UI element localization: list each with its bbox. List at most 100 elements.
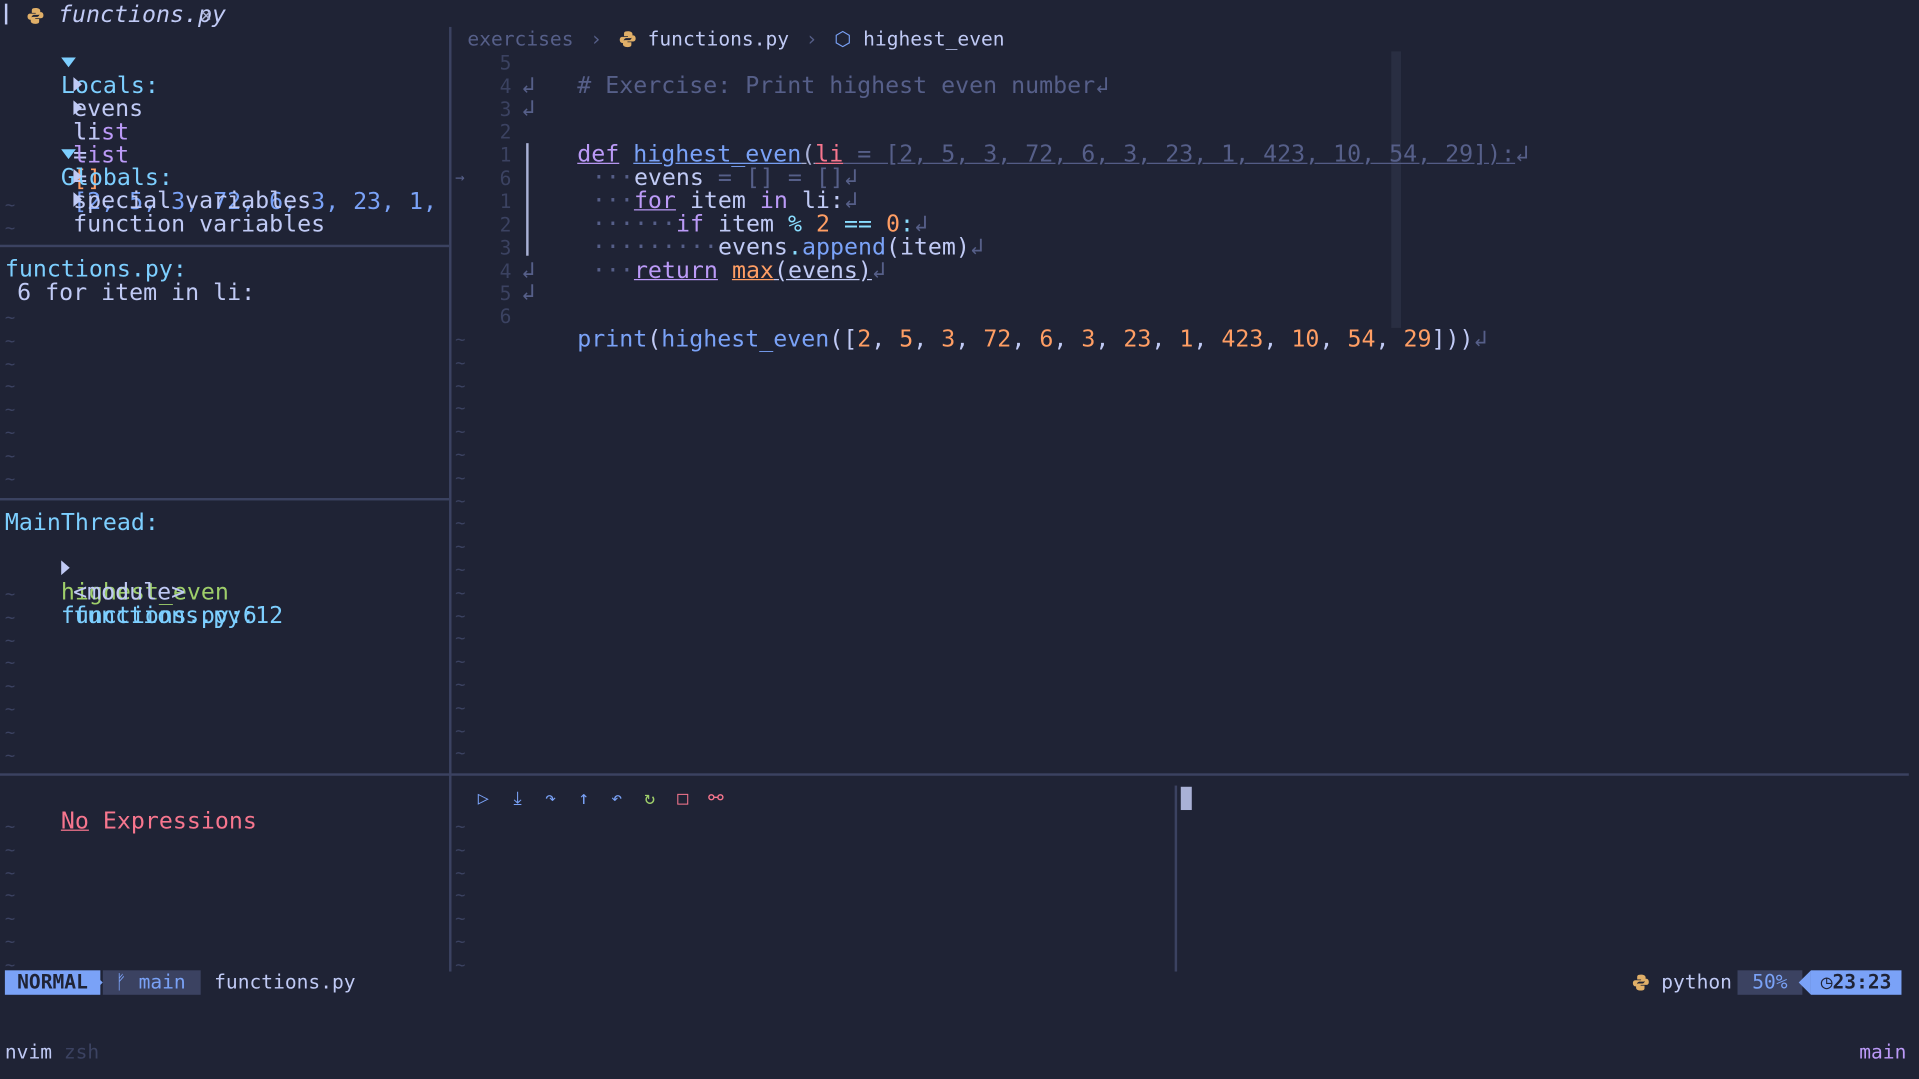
- var-evens[interactable]: evens list = []: [17, 51, 143, 190]
- code-line-def[interactable]: def highest_even(li = [2, 5, 3, 72, 6, 3…: [521, 120, 1529, 166]
- tilde-marker: ~: [4, 863, 16, 883]
- tab-functions-py[interactable]: functions.py: [27, 2, 226, 27]
- code-line-blank[interactable]: ↲: [521, 281, 535, 304]
- code-line-for[interactable]: ···for item in li:↲: [536, 166, 858, 212]
- tilde-marker: ~: [455, 817, 466, 837]
- comma: ,: [955, 325, 984, 353]
- status-filename: functions.py: [214, 970, 356, 994]
- tilde-marker: ~: [4, 331, 16, 351]
- global-function-variables[interactable]: function variables: [17, 166, 325, 236]
- code-line-print[interactable]: print(highest_even([2, 5, 3, 72, 6, 3, 2…: [521, 305, 1487, 350]
- number: 54: [1347, 325, 1376, 353]
- comma: ,: [1053, 325, 1082, 353]
- tilde-marker: ~: [455, 932, 466, 952]
- step-out-icon[interactable]: ↑: [574, 788, 594, 808]
- comment: # Exercise: Print highest even number: [577, 72, 1096, 100]
- global-special-variables[interactable]: special variables: [17, 143, 311, 212]
- eol-marker: ↲: [521, 95, 536, 123]
- disconnect-icon[interactable]: ⚯: [706, 788, 726, 808]
- thread-label[interactable]: MainThread:: [5, 511, 159, 534]
- eol-marker: ↲: [1473, 325, 1488, 353]
- stack-frame[interactable]: <module> functions.py:12: [17, 558, 283, 627]
- breakpoints-file: functions.py:: [4, 255, 187, 283]
- tilde-marker: ~: [4, 195, 16, 216]
- tilde-marker: ~: [455, 675, 466, 696]
- tilde-marker: ~: [4, 423, 16, 443]
- tilde-marker: ~: [455, 422, 466, 442]
- code-line-blank[interactable]: ↲: [521, 74, 535, 98]
- scope-globals-header[interactable]: Globals:: [5, 120, 173, 189]
- python-icon: [27, 5, 44, 24]
- tilde-marker: ~: [4, 354, 16, 374]
- terminal-cursor[interactable]: [1180, 786, 1192, 811]
- step-back-icon[interactable]: ↶: [607, 788, 627, 808]
- clock-icon: ◷: [1820, 970, 1833, 994]
- tilde-marker: ~: [4, 932, 16, 952]
- comma: ,: [871, 325, 900, 353]
- branch-separator: [185, 970, 199, 995]
- statusline: NORMAL ᚠ main functions.py python 50% ◷2…: [0, 970, 1919, 995]
- breadcrumb-folder[interactable]: exercises: [467, 27, 573, 50]
- step-into-icon[interactable]: ⤓: [508, 788, 528, 808]
- number: 3: [941, 325, 956, 353]
- branch-name: main: [138, 970, 186, 994]
- tilde-marker: ~: [4, 653, 16, 674]
- code-line-if[interactable]: ······if item % 2 == 0:↲: [536, 190, 928, 235]
- tilde-marker: ~: [455, 909, 466, 929]
- line-number: 1: [499, 143, 512, 167]
- tilde-marker: ~: [4, 699, 16, 720]
- tilde-marker: ~: [4, 469, 16, 489]
- scope-locals-header[interactable]: Locals:: [5, 28, 159, 97]
- keyword-return: return: [633, 256, 718, 284]
- current-line-arrow-icon: →: [455, 168, 465, 188]
- python-icon: [1632, 973, 1649, 991]
- tilde-marker: ~: [4, 446, 16, 466]
- tilde-marker: ~: [4, 722, 16, 743]
- tab-indicator: [4, 3, 8, 25]
- line-number: 5: [499, 281, 512, 305]
- comma: ,: [1095, 325, 1124, 353]
- tmux-window-nvim[interactable]: nvim: [5, 1040, 52, 1063]
- cube-icon: ⬡: [834, 26, 852, 51]
- line-number: 4: [499, 74, 512, 98]
- breadcrumb-symbol[interactable]: highest_even: [863, 27, 1004, 50]
- vertical-split: [449, 26, 452, 972]
- tilde-marker: ~: [455, 376, 466, 396]
- number: 2: [857, 325, 872, 353]
- code-line-comment[interactable]: # Exercise: Print highest even number↲: [521, 51, 1109, 97]
- eol-marker: ↲: [1095, 72, 1110, 100]
- tilde-marker: ~: [455, 606, 466, 626]
- line-number: 6: [499, 166, 512, 190]
- code-line-return[interactable]: ···return max(evens)↲: [536, 236, 886, 282]
- continue-icon[interactable]: ▷: [474, 788, 494, 808]
- tabline: functions.py ✕: [0, 0, 1919, 27]
- step-over-icon[interactable]: ↷: [541, 788, 561, 808]
- args: (evens): [773, 256, 872, 284]
- tab-close-icon[interactable]: ✕: [201, 4, 212, 26]
- code-line-append[interactable]: ·········evens.append(item)↲: [536, 213, 984, 259]
- scroll-percent: 50%: [1737, 970, 1803, 995]
- stack-frame[interactable]: highest_even functions.py:6: [5, 535, 257, 627]
- tilde-marker: ~: [455, 491, 466, 511]
- builtin-call: max: [731, 256, 774, 284]
- code-line-evens[interactable]: ···evens = [] = []↲: [536, 143, 858, 189]
- breadcrumb-file[interactable]: functions.py: [648, 27, 789, 50]
- stop-icon[interactable]: □: [673, 788, 693, 808]
- restart-icon[interactable]: ↻: [640, 788, 660, 808]
- global-label: function variables: [73, 210, 326, 238]
- tilde-marker: ~: [455, 468, 466, 488]
- punct: (: [647, 325, 662, 353]
- tilde-marker: ~: [4, 840, 16, 860]
- indent-dots: ···: [591, 256, 634, 284]
- var-li[interactable]: li list = [2, 5, 3, 72, 6, 3, 23, 1,: [17, 75, 437, 214]
- tmux-window-zsh[interactable]: zsh: [64, 1040, 99, 1063]
- number: 3: [1081, 325, 1096, 353]
- number-list: 2, 5, 3, 72, 6, 3, 23, 1, 423, 10, 54, 2…: [857, 325, 1431, 352]
- breakpoint-item[interactable]: 6 for item in li:: [17, 281, 255, 304]
- tilde-marker: ~: [455, 330, 466, 350]
- number: 6: [1039, 325, 1054, 353]
- eol-marker: ↲: [969, 233, 984, 261]
- code-line-blank[interactable]: ↲: [521, 95, 536, 123]
- scrollbar[interactable]: [1391, 51, 1402, 328]
- number: 423: [1221, 325, 1264, 353]
